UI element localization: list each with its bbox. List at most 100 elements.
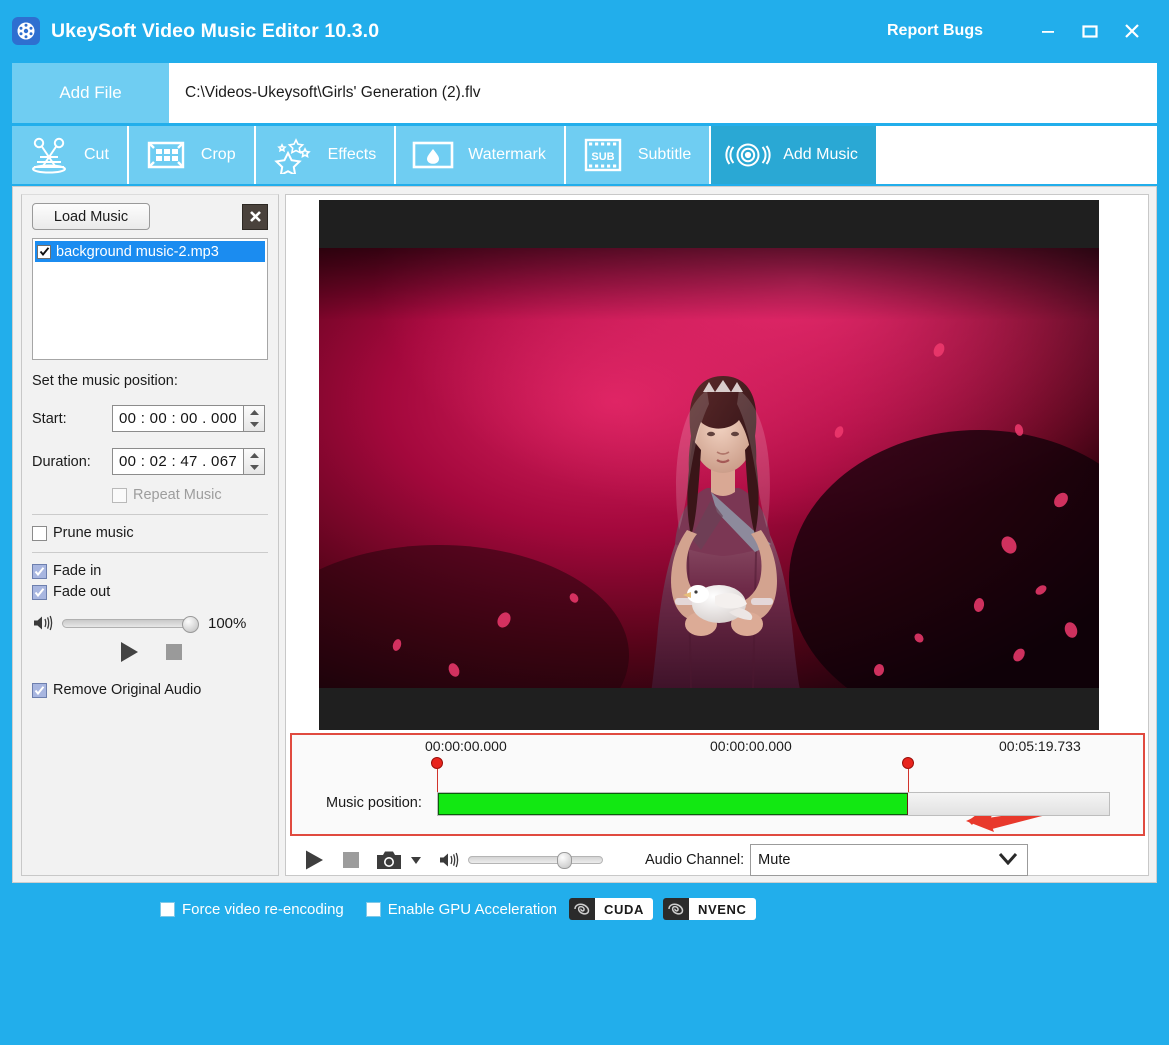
music-item-checkbox[interactable] xyxy=(37,244,51,259)
music-volume-knob[interactable] xyxy=(182,615,199,633)
fade-in-checkbox[interactable] xyxy=(32,563,47,579)
tab-bar: Cut Crop Effects Watermark SUB Subtitle … xyxy=(12,126,1157,184)
music-item-label: background music-2.mp3 xyxy=(56,243,219,260)
remove-original-audio-row: Remove Original Audio xyxy=(32,682,268,698)
timeline-tick-labels: 00:00:00.000 00:00:00.000 00:05:19.733 xyxy=(292,735,1143,757)
stars-icon xyxy=(270,135,316,175)
duration-label: Duration: xyxy=(32,453,91,470)
preview-volume-knob[interactable] xyxy=(557,852,572,869)
svg-text:SUB: SUB xyxy=(591,151,614,163)
start-field-row: Start: 00 : 00 : 00 . 000 xyxy=(32,405,268,432)
start-time-stepper[interactable] xyxy=(244,405,265,432)
speaker-icon xyxy=(32,614,54,632)
list-item[interactable]: background music-2.mp3 xyxy=(35,241,265,262)
timeline-markers xyxy=(292,757,1143,832)
music-play-button[interactable] xyxy=(116,640,142,664)
tab-subtitle-label: Subtitle xyxy=(637,146,692,163)
preview-panel: 00:00:00.000 00:00:00.000 00:05:19.733 M… xyxy=(285,194,1149,876)
tab-effects[interactable]: Effects xyxy=(255,126,397,184)
preview-stop-button[interactable] xyxy=(342,851,360,869)
duration-time-stepper[interactable] xyxy=(244,448,265,475)
repeat-music-label: Repeat Music xyxy=(133,487,222,503)
divider-1 xyxy=(32,514,268,515)
music-transport-row xyxy=(32,640,268,664)
start-stepper-down[interactable] xyxy=(244,419,264,432)
duration-field-row: Duration: 00 : 02 : 47 . 067 xyxy=(32,448,268,475)
preview-speaker-icon[interactable] xyxy=(438,851,460,869)
divider-2 xyxy=(32,552,268,553)
repeat-music-row: Repeat Music xyxy=(32,487,268,503)
music-position-track[interactable] xyxy=(437,792,1110,816)
load-music-button[interactable]: Load Music xyxy=(32,203,150,230)
gpu-acceleration-checkbox[interactable] xyxy=(365,901,381,917)
remove-original-audio-checkbox[interactable] xyxy=(32,682,47,698)
file-path-display[interactable]: C:\Videos-Ukeysoft\Girls' Generation (2)… xyxy=(169,63,1157,123)
music-stop-button[interactable] xyxy=(164,642,184,662)
add-file-button[interactable]: Add File xyxy=(12,63,169,123)
cuda-badge[interactable]: CUDA xyxy=(569,898,653,920)
report-bugs-link[interactable]: Report Bugs xyxy=(887,22,983,40)
tab-watermark[interactable]: Watermark xyxy=(396,126,566,184)
file-row: Add File C:\Videos-Ukeysoft\Girls' Gener… xyxy=(12,63,1157,123)
nvenc-badge-label: NVENC xyxy=(688,898,756,920)
tab-bar-filler xyxy=(877,126,1157,184)
music-disc-icon xyxy=(725,135,771,175)
prune-music-checkbox[interactable] xyxy=(32,525,47,541)
main-content: Load Music background music-2.mp3 Set th… xyxy=(12,186,1157,883)
minimize-button[interactable] xyxy=(1027,11,1069,51)
preview-volume-slider[interactable] xyxy=(468,852,603,869)
tab-cut[interactable]: Cut xyxy=(12,126,129,184)
tab-effects-label: Effects xyxy=(327,146,377,163)
video-preview[interactable] xyxy=(319,200,1099,730)
prune-music-label: Prune music xyxy=(53,525,134,541)
music-volume-row: 100% xyxy=(32,614,268,633)
timeline-marker-end-dot[interactable] xyxy=(902,757,914,769)
repeat-music-checkbox[interactable] xyxy=(112,487,127,503)
watermark-icon xyxy=(410,135,456,175)
duration-stepper-up[interactable] xyxy=(244,449,264,462)
tab-crop-label: Crop xyxy=(200,146,236,163)
crop-icon xyxy=(143,135,189,175)
nvidia-icon-2 xyxy=(662,898,689,920)
tab-add-music[interactable]: Add Music xyxy=(711,126,878,184)
fade-in-row: Fade in xyxy=(32,563,268,579)
application-window: UkeySoft Video Music Editor 10.3.0 Repor… xyxy=(0,0,1169,1045)
music-list[interactable]: background music-2.mp3 xyxy=(32,238,268,360)
music-volume-slider[interactable] xyxy=(62,615,199,633)
snapshot-icon[interactable] xyxy=(376,849,402,871)
tab-subtitle[interactable]: SUB Subtitle xyxy=(565,126,712,184)
remove-original-audio-label: Remove Original Audio xyxy=(53,682,202,698)
force-reencode-checkbox[interactable] xyxy=(160,901,175,917)
start-stepper-up[interactable] xyxy=(244,406,264,419)
fade-out-label: Fade out xyxy=(53,584,111,600)
fade-out-checkbox[interactable] xyxy=(32,584,47,600)
tab-cut-label: Cut xyxy=(84,146,109,163)
encoding-options-row: Force video re-encoding Enable GPU Accel… xyxy=(160,898,766,920)
timeline-tick-right: 00:05:19.733 xyxy=(999,738,1081,754)
tab-add-music-label: Add Music xyxy=(783,146,858,163)
duration-time-input[interactable]: 00 : 02 : 47 . 067 xyxy=(112,448,244,475)
music-position-row: Music position: xyxy=(292,791,1143,821)
start-time-input[interactable]: 00 : 00 : 00 . 000 xyxy=(112,405,244,432)
nvidia-icon xyxy=(569,898,596,920)
scissors-icon xyxy=(26,135,72,175)
close-music-icon[interactable] xyxy=(242,203,268,230)
nvenc-badge[interactable]: NVENC xyxy=(662,898,756,920)
close-button[interactable] xyxy=(1111,11,1153,51)
title-bar-actions: Report Bugs xyxy=(887,11,1169,51)
bottom-bar: Force video re-encoding Enable GPU Accel… xyxy=(0,886,1169,1045)
cuda-badge-label: CUDA xyxy=(595,898,653,920)
app-logo-icon xyxy=(12,17,40,45)
preview-play-button[interactable] xyxy=(302,849,326,871)
audio-channel-select[interactable]: Mute xyxy=(750,844,1029,876)
timeline-marker-start-dot[interactable] xyxy=(431,757,443,769)
duration-stepper-down[interactable] xyxy=(244,462,264,475)
fade-in-label: Fade in xyxy=(53,563,102,579)
player-controls: Audio Channel: Mute xyxy=(302,843,1142,877)
chevron-down-icon[interactable] xyxy=(997,851,1019,869)
music-position-timeline: 00:00:00.000 00:00:00.000 00:05:19.733 M… xyxy=(290,733,1145,836)
tab-crop[interactable]: Crop xyxy=(128,126,256,184)
maximize-button[interactable] xyxy=(1069,11,1111,51)
snapshot-dropdown-icon[interactable] xyxy=(410,855,422,865)
force-reencode-label: Force video re-encoding xyxy=(182,900,344,918)
